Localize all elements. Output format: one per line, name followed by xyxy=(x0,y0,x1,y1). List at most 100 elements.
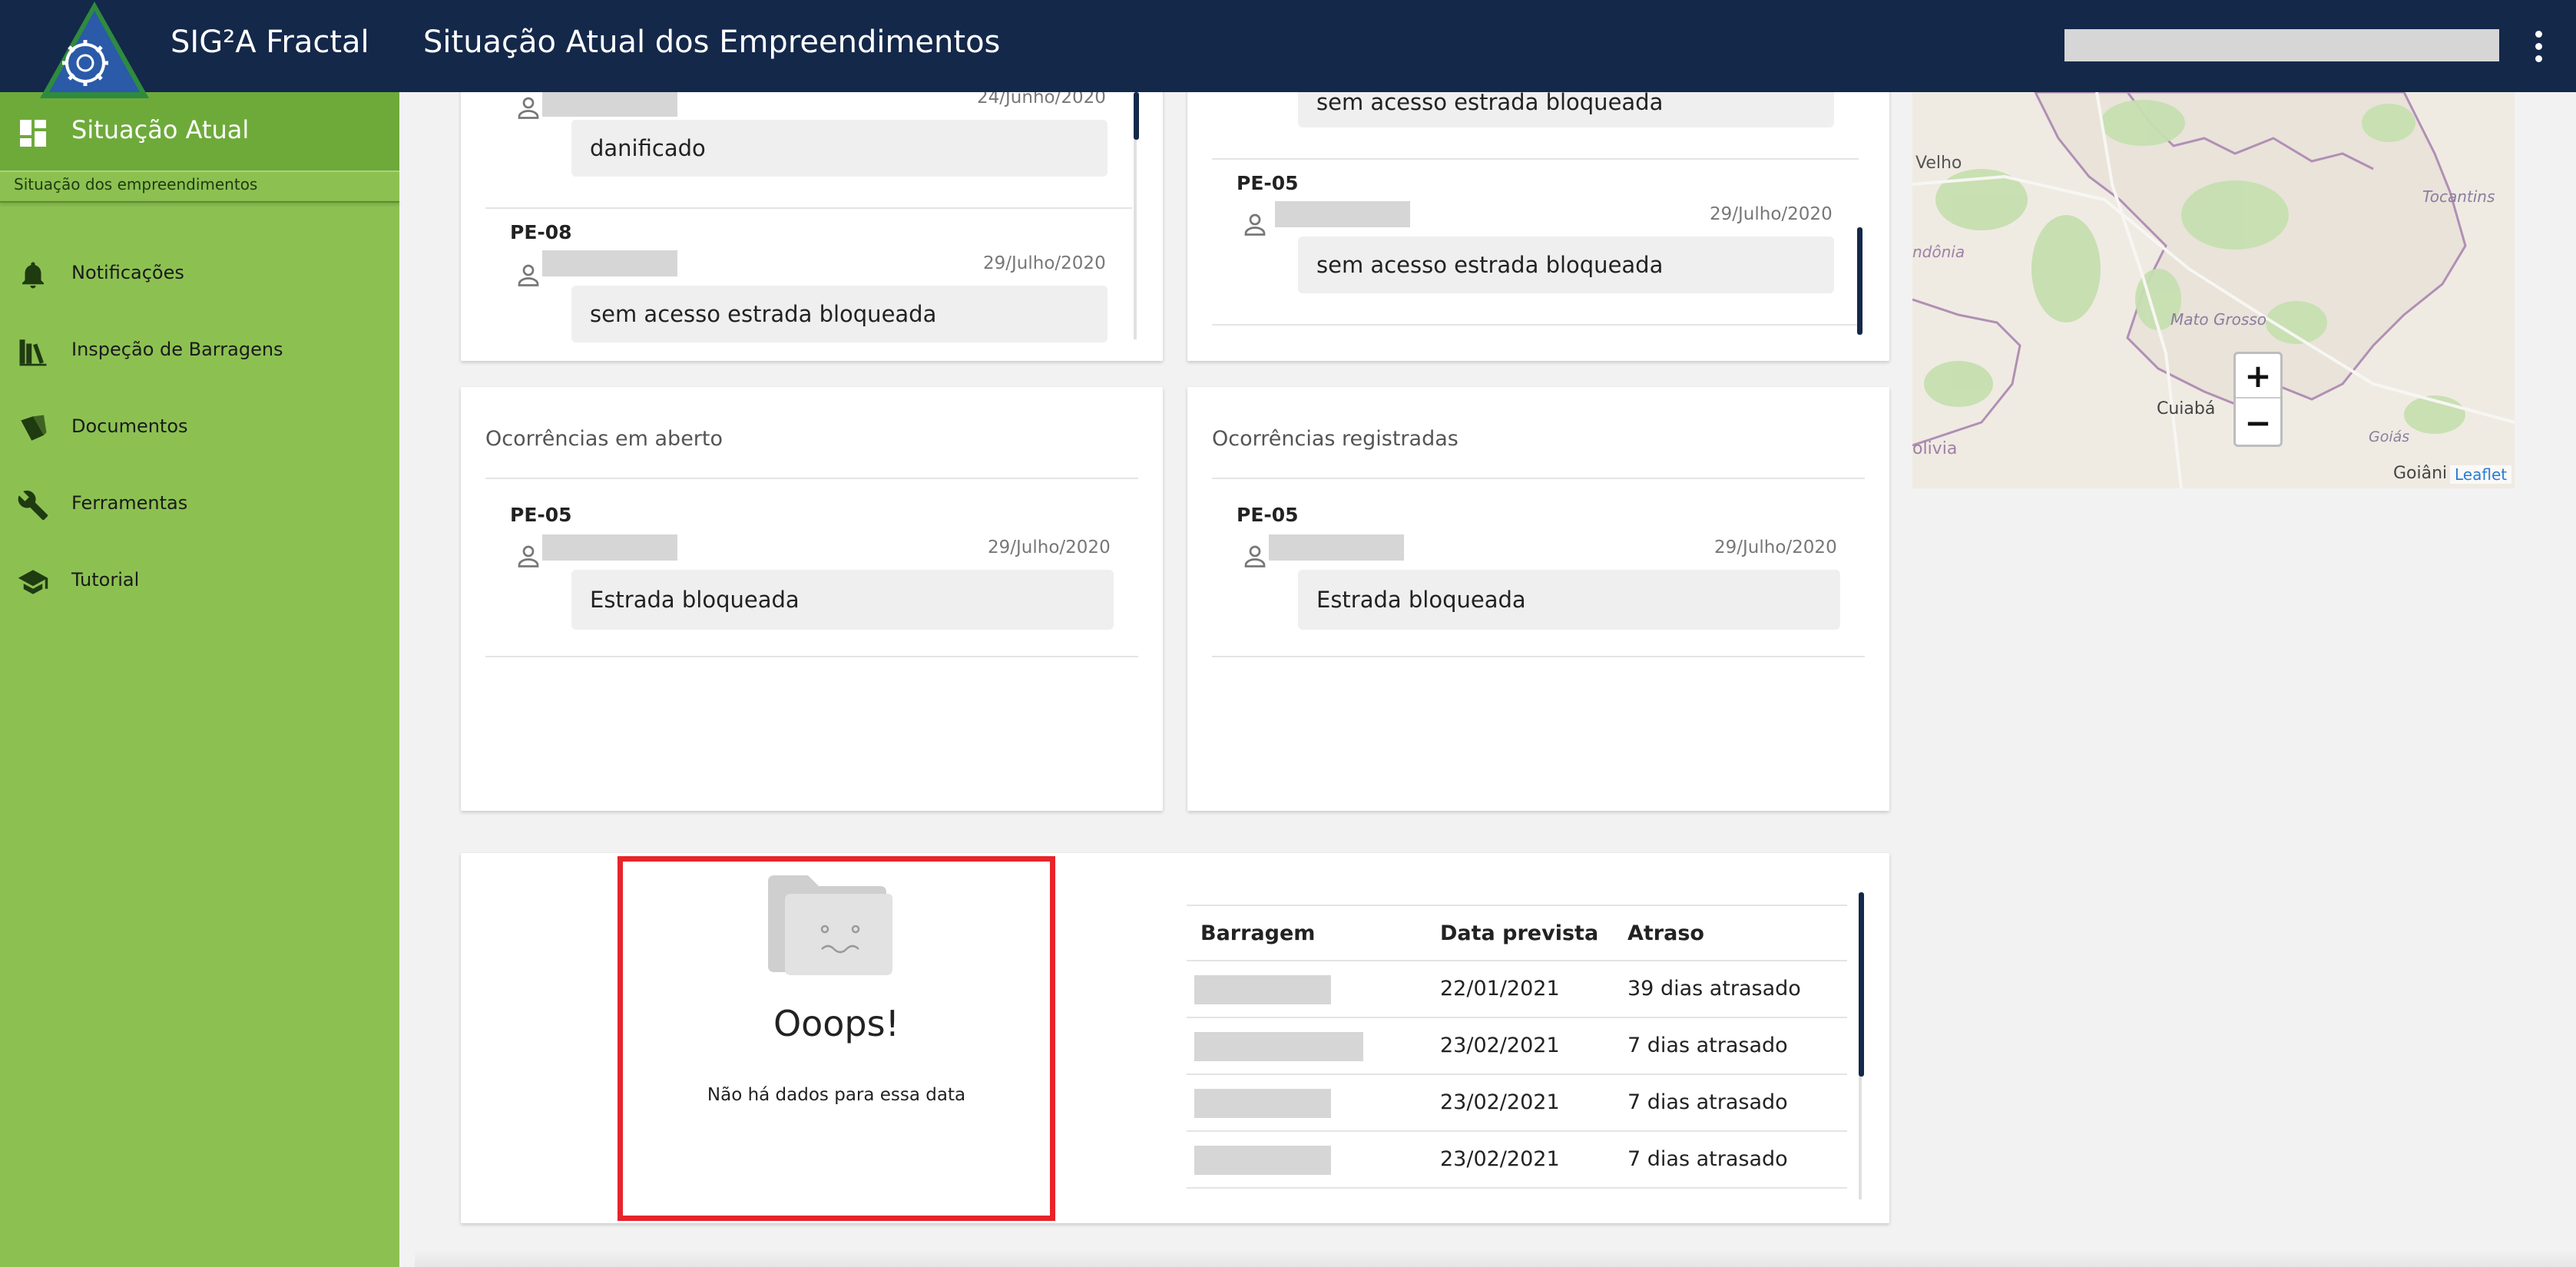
sidebar-active-section[interactable]: Situação Atual xyxy=(0,92,399,170)
scrollbar-track[interactable] xyxy=(1134,140,1137,339)
sidebar-item-label: Tutorial xyxy=(71,569,140,590)
message-bubble: Estrada bloqueada xyxy=(1298,570,1840,630)
person-icon xyxy=(1241,542,1269,570)
sidebar-item-ferramentas[interactable]: Ferramentas xyxy=(0,477,399,531)
map-label: Goiás xyxy=(2369,428,2410,445)
user-name-placeholder[interactable] xyxy=(2064,29,2499,61)
map-label: Tocantins xyxy=(2422,187,2495,206)
sidebar-item-label: Notificações xyxy=(71,262,184,283)
table-cell-date: 23/02/2021 xyxy=(1440,1090,1560,1114)
person-icon xyxy=(515,94,542,121)
table-row[interactable]: 22/01/2021 39 dias atrasado xyxy=(1187,961,1847,1018)
app-name: SIG²A Fractal xyxy=(171,25,369,60)
map-attribution-link[interactable]: Leaflet xyxy=(2450,465,2512,484)
column-header-atraso[interactable]: Atraso xyxy=(1627,921,1704,945)
divider xyxy=(1212,324,1859,326)
message-bubble: danificado xyxy=(571,120,1108,177)
divider xyxy=(1212,158,1859,160)
empty-state-message: Não há dados para essa data xyxy=(707,1085,966,1105)
table-cell-date: 23/02/2021 xyxy=(1440,1147,1560,1171)
person-icon xyxy=(515,542,542,570)
table-cell-delay: 7 dias atrasado xyxy=(1627,1147,1788,1171)
dam-name-placeholder xyxy=(1194,1089,1331,1118)
map-label: Goiâni xyxy=(2393,464,2448,483)
page-title: Situação Atual dos Empreendimentos xyxy=(423,25,1001,60)
dam-name-placeholder xyxy=(1194,1146,1331,1175)
top-app-bar: SIG²A Fractal Situação Atual dos Empreen… xyxy=(0,0,2576,98)
divider xyxy=(485,656,1138,657)
table-cell-delay: 7 dias atrasado xyxy=(1627,1090,1788,1114)
app-logo-icon[interactable] xyxy=(37,0,152,100)
divider xyxy=(1212,656,1865,657)
map-label: Mato Grosso xyxy=(2170,310,2266,329)
table-row[interactable]: 23/02/2021 7 dias atrasado xyxy=(1187,1075,1847,1132)
entry-code: PE-05 xyxy=(1237,504,1299,526)
entry-date: 29/Julho/2020 xyxy=(1714,538,1837,557)
person-icon xyxy=(515,261,542,289)
table-header: Barragem Data prevista Atraso xyxy=(1187,905,1847,961)
wrench-icon xyxy=(18,490,48,521)
sidebar: Situação Atual Situação dos empreendimen… xyxy=(0,92,399,1267)
registered-occurrences-card: Ocorrências registradas PE-05 29/Julho/2… xyxy=(1187,387,1889,811)
zoom-out-button[interactable]: − xyxy=(2236,400,2280,445)
divider xyxy=(0,170,399,172)
map-label: olivia xyxy=(1912,439,1958,458)
entry-code: PE-05 xyxy=(1237,172,1299,194)
entry-date: 29/Julho/2020 xyxy=(983,253,1106,273)
map-tiles xyxy=(1912,92,2515,488)
sidebar-item-label: Ferramentas xyxy=(71,492,188,514)
bell-icon xyxy=(22,262,44,289)
books-icon xyxy=(19,339,47,366)
map-label: Velho xyxy=(1915,154,1962,173)
map-label: ndônia xyxy=(1912,243,1965,261)
notifications-card-left: 24/Junho/2020 danificado PE-08 29/Julho/… xyxy=(461,77,1163,361)
dam-name-placeholder xyxy=(1194,975,1331,1004)
map-view[interactable]: Velho ndônia Tocantins Mato Grosso Cuiab… xyxy=(1912,92,2515,488)
author-placeholder xyxy=(542,534,677,561)
sidebar-section-subtitle: Situação dos empreendimentos xyxy=(14,175,258,194)
more-options-icon[interactable] xyxy=(2527,23,2550,69)
table-scrollbar-track[interactable] xyxy=(1859,1077,1862,1199)
message-bubble: Estrada bloqueada xyxy=(571,570,1114,630)
author-placeholder xyxy=(542,91,677,117)
entry-code: PE-08 xyxy=(510,221,572,243)
document-icon xyxy=(21,415,47,441)
sidebar-item-inspecao-barragens[interactable]: Inspeção de Barragens xyxy=(0,323,399,377)
scrollbar-thumb[interactable] xyxy=(1134,92,1139,140)
dashboard-icon xyxy=(20,120,46,147)
author-placeholder xyxy=(1269,534,1404,561)
table-cell-delay: 7 dias atrasado xyxy=(1627,1034,1788,1057)
column-header-barragem[interactable]: Barragem xyxy=(1200,921,1315,945)
column-header-data-prevista[interactable]: Data prevista xyxy=(1440,921,1598,945)
entry-date: 29/Julho/2020 xyxy=(1710,204,1833,224)
divider xyxy=(0,201,399,203)
sidebar-item-notificacoes[interactable]: Notificações xyxy=(0,246,399,300)
sidebar-item-label: Documentos xyxy=(71,415,188,437)
author-placeholder xyxy=(542,250,677,276)
table-row[interactable]: 23/02/2021 7 dias atrasado xyxy=(1187,1018,1847,1075)
divider xyxy=(485,478,1138,479)
card-title: Ocorrências registradas xyxy=(1212,427,1459,451)
person-icon xyxy=(1241,210,1269,238)
sidebar-item-tutorial[interactable]: Tutorial xyxy=(0,554,399,607)
map-zoom-control: + − xyxy=(2233,352,2283,447)
message-bubble: sem acesso estrada bloqueada xyxy=(1298,237,1834,293)
empty-state-title: Ooops! xyxy=(773,1003,900,1044)
open-occurrences-card: Ocorrências em aberto PE-05 29/Julho/202… xyxy=(461,387,1163,811)
entry-code: PE-05 xyxy=(510,504,572,526)
table-row[interactable]: 23/02/2021 7 dias atrasado xyxy=(1187,1132,1847,1189)
sidebar-item-label: Inspeção de Barragens xyxy=(71,339,283,360)
sidebar-item-documentos[interactable]: Documentos xyxy=(0,400,399,454)
notifications-card-right: sem acesso estrada bloqueada PE-05 29/Ju… xyxy=(1187,77,1889,361)
table-cell-date: 23/02/2021 xyxy=(1440,1034,1560,1057)
scrollbar-thumb[interactable] xyxy=(1857,227,1862,335)
table-scrollbar-thumb[interactable] xyxy=(1859,892,1864,1077)
sad-folder-icon xyxy=(768,875,892,975)
sidebar-section-title: Situação Atual xyxy=(71,115,250,144)
map-label: Cuiabá xyxy=(2157,399,2216,418)
zoom-in-button[interactable]: + xyxy=(2236,354,2280,399)
divider xyxy=(1212,478,1865,479)
card-title: Ocorrências em aberto xyxy=(485,427,723,451)
author-placeholder xyxy=(1275,201,1410,227)
divider xyxy=(485,207,1132,209)
